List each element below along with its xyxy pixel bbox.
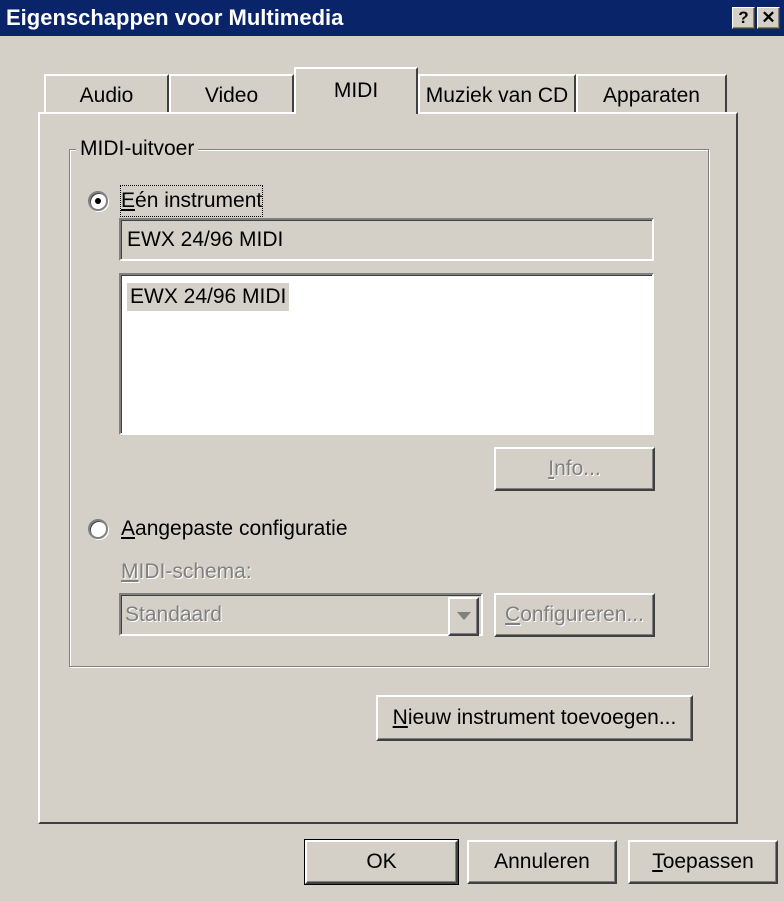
apply-button[interactable]: Toepassen [628,840,778,884]
tab-midi[interactable]: MIDI [294,67,418,114]
single-instrument-label[interactable]: Eén instrument [119,185,264,217]
info-button[interactable]: Info... [494,447,655,491]
current-instrument-field: EWX 24/96 MIDI [119,218,654,261]
single-instrument-radio[interactable] [88,191,108,211]
midi-schema-label: MIDI-schema: [121,560,252,583]
configure-button[interactable]: Configureren... [494,593,655,637]
tab-apparaten[interactable]: Apparaten [576,74,727,114]
custom-config-label[interactable]: Aangepaste configuratie [121,514,348,544]
chevron-down-icon[interactable] [448,597,479,636]
ok-button[interactable]: OK [304,839,459,885]
cancel-button[interactable]: Annuleren [467,840,617,884]
window-title: Eigenschappen voor Multimedia [6,5,344,30]
custom-config-radio[interactable] [88,519,108,539]
close-icon[interactable]: ✕ [757,7,780,29]
help-button[interactable]: ? [732,7,755,29]
midi-output-group-label: MIDI-uitvoer [76,136,199,162]
add-instrument-button[interactable]: Nieuw instrument toevoegen... [376,695,693,741]
tab-video[interactable]: Video [169,74,294,114]
midi-schema-select[interactable]: Standaard [119,593,483,636]
radio-checked-dot [95,198,101,204]
midi-schema-value: Standaard [125,603,222,626]
list-item[interactable]: EWX 24/96 MIDI [127,283,290,311]
tab-audio[interactable]: Audio [44,74,169,114]
tab-muziek-van-cd[interactable]: Muziek van CD [418,74,576,114]
instrument-listbox[interactable]: EWX 24/96 MIDI [119,273,654,435]
